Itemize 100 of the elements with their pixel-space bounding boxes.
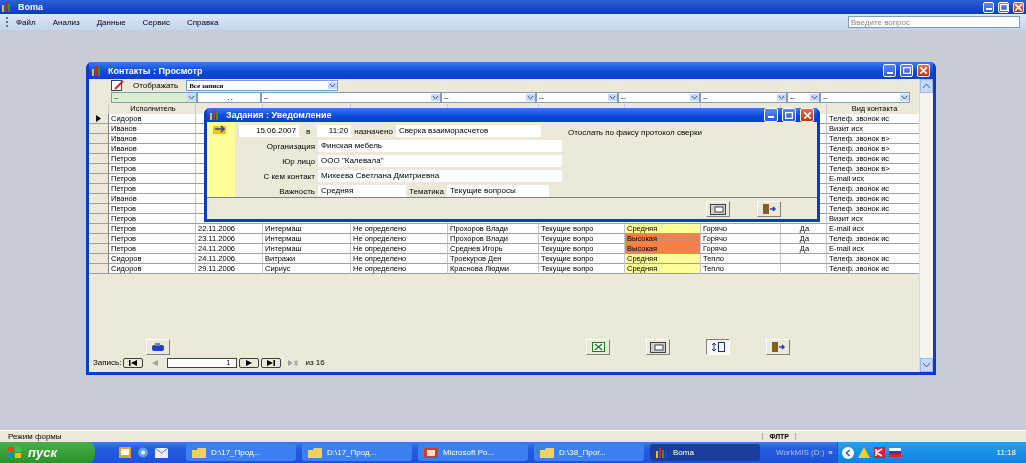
previous-record-icon (152, 359, 159, 366)
dropdown-arrow-icon (431, 94, 440, 101)
form-button[interactable] (646, 339, 670, 355)
field-label: Тематика (409, 186, 444, 196)
maximize-button[interactable] (900, 64, 913, 77)
row-selector[interactable] (89, 114, 109, 124)
spreadsheet-icon (591, 342, 605, 352)
app-title: Boma (18, 2, 43, 12)
menu-item[interactable]: Справка (187, 17, 219, 27)
chevron-icon[interactable] (841, 446, 854, 459)
maximize-icon (785, 111, 793, 119)
folder-icon (308, 447, 322, 458)
dropdown-arrow-icon (328, 82, 338, 89)
field-label: С кем контакт (262, 171, 315, 181)
minimize-button[interactable] (983, 1, 994, 13)
taskbar-button[interactable]: D:\17_Прод... (302, 444, 412, 461)
first-record-icon (129, 359, 138, 366)
form-icon (710, 203, 726, 215)
at-label: в (306, 126, 311, 136)
last-record-icon (267, 359, 276, 366)
dialog-title: Задания : Уведомление (226, 110, 332, 120)
folder-icon (540, 447, 554, 458)
importance-field[interactable]: Средняя (318, 185, 406, 197)
record-label: Запись: (93, 358, 122, 367)
car-button[interactable] (146, 339, 170, 355)
maximize-button[interactable] (998, 1, 1009, 13)
maximize-button[interactable] (782, 108, 796, 122)
presentation-icon (424, 447, 438, 458)
next-record-button[interactable] (239, 357, 260, 368)
dropdown-arrow-icon (810, 94, 819, 101)
form-button[interactable] (706, 201, 730, 217)
close-icon (920, 67, 927, 74)
close-icon (803, 111, 811, 119)
spreadsheet-button[interactable] (586, 339, 610, 355)
exit-button[interactable] (766, 339, 790, 355)
help-search-field[interactable]: Введите вопрос (848, 16, 1020, 28)
dropdown-arrow-icon (187, 94, 196, 101)
app-logo-icon (92, 65, 104, 76)
mail-icon[interactable] (155, 447, 168, 458)
taskbar-button[interactable]: D:\17_Прод... (186, 444, 296, 461)
show-label: Отображать (133, 81, 179, 90)
app-logo-icon (210, 110, 222, 120)
shield-icon[interactable] (873, 447, 885, 458)
form-icon (650, 341, 666, 353)
value-field[interactable]: Финская мебель (318, 140, 562, 152)
app-logo-icon (2, 2, 14, 12)
dropdown-arrow-icon (900, 94, 909, 101)
browser-icon[interactable] (137, 447, 149, 458)
field-label: Организация (265, 141, 315, 151)
door-arrow-icon (771, 342, 785, 352)
task-note: Отослать по факсу протокол сверки (568, 128, 702, 139)
clock: 11:18 (996, 448, 1016, 457)
first-record-button[interactable] (123, 357, 144, 368)
taskbar-button[interactable]: Microsoft Po... (418, 444, 528, 461)
folder-icon (192, 447, 206, 458)
minimize-button[interactable] (883, 64, 896, 77)
close-button[interactable] (800, 108, 814, 122)
scroll-up-button[interactable] (920, 79, 933, 93)
close-button[interactable] (917, 64, 930, 77)
exit-button[interactable] (757, 201, 781, 217)
topic-field[interactable]: Текущие вопросы (446, 185, 549, 197)
more-toggle[interactable]: » (828, 448, 833, 457)
list-icon (711, 342, 725, 352)
windows-flag-icon (8, 446, 22, 459)
table-cell (781, 264, 827, 274)
app-logo-icon (656, 447, 668, 458)
close-icon (1015, 3, 1022, 11)
value-field[interactable]: ООО "Калевала" (318, 155, 562, 167)
minimize-button[interactable] (764, 108, 778, 122)
list-button[interactable] (706, 339, 730, 355)
task-field[interactable]: Сверка взаиморасчетов (395, 125, 541, 137)
scrollbar[interactable] (919, 79, 933, 372)
taskbar-button[interactable]: D:\38_Прог... (534, 444, 644, 461)
record-count: из 16 (305, 358, 325, 367)
door-arrow-icon (762, 204, 776, 214)
date-field[interactable]: 15.06.2007 (239, 125, 299, 137)
maximize-icon (902, 67, 911, 74)
table-cell (781, 254, 827, 264)
toolbar-label: WorkMIS (D:) (776, 448, 825, 457)
taskbar-button[interactable]: Boma (650, 444, 760, 461)
field-label: Юр лицо (281, 156, 315, 166)
dropdown-arrow-icon (526, 94, 535, 101)
menu-item[interactable]: Анализ (52, 17, 80, 27)
window-title: Контакты : Просмотр (108, 65, 203, 76)
row-pointer-icon (96, 115, 101, 122)
dropdown-arrow-icon (777, 94, 786, 101)
value-field[interactable]: Михеева Светлана Дмитриевна (318, 170, 562, 182)
status-text: Режим формы (8, 432, 62, 441)
scroll-down-button[interactable] (920, 358, 933, 372)
flag-icon[interactable] (888, 448, 901, 457)
dropdown-arrow-icon (608, 94, 617, 101)
menu-item[interactable]: Файл (16, 17, 36, 27)
next-record-icon (246, 359, 253, 366)
close-button[interactable] (1013, 1, 1024, 13)
assigned-label: назначено (354, 126, 393, 136)
menu-item[interactable]: Данные (96, 17, 126, 27)
menu-item[interactable]: Сервис (142, 17, 170, 27)
car-icon (151, 342, 165, 352)
last-record-button[interactable] (261, 357, 282, 368)
time-field[interactable]: 11:20 (317, 125, 352, 137)
